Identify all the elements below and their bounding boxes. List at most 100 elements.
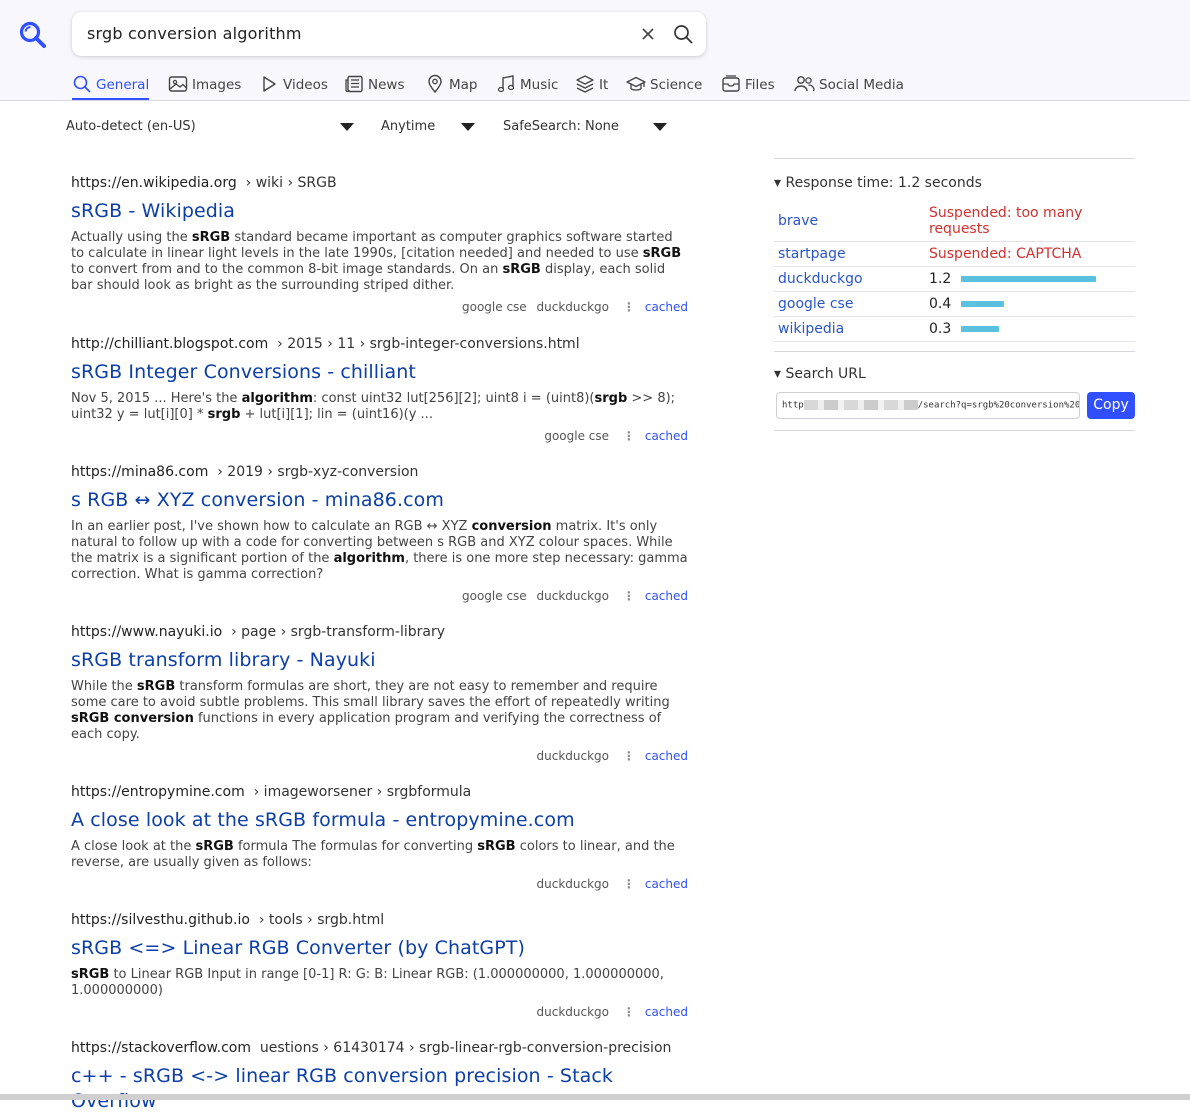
more-options-icon[interactable]: ⋮ bbox=[623, 300, 635, 314]
sidebar: ▾ Response time: 1.2 seconds brave Suspe… bbox=[774, 158, 1135, 431]
more-options-icon[interactable]: ⋮ bbox=[623, 589, 635, 603]
result-path: uestions › 61430174 › srgb-linear-rgb-co… bbox=[259, 1040, 672, 1056]
tab-general[interactable]: General bbox=[72, 70, 150, 100]
tab-files[interactable]: Files bbox=[721, 70, 775, 100]
result-url[interactable]: https://www.nayuki.io › page › srgb-tran… bbox=[71, 624, 691, 642]
tab-label: Social Media bbox=[819, 77, 904, 93]
clear-search-icon[interactable] bbox=[638, 24, 658, 44]
more-options-icon[interactable]: ⋮ bbox=[623, 877, 635, 891]
result-host: https://silvesthu.github.io bbox=[71, 912, 250, 928]
search-submit-icon[interactable] bbox=[672, 23, 694, 45]
result-engines: duckduckgo ⋮ cached bbox=[71, 1005, 688, 1021]
engine-name-link[interactable]: google cse bbox=[774, 291, 925, 317]
result-url[interactable]: http://chilliant.blogspot.com › 2015 › 1… bbox=[71, 336, 691, 354]
engine-row: wikipedia 0.3 bbox=[774, 316, 1135, 342]
search-url-toggle[interactable]: ▾ Search URL bbox=[774, 366, 1135, 382]
engine-stats-table: brave Suspended: too many requests start… bbox=[774, 201, 1135, 342]
engine-label: duckduckgo bbox=[536, 589, 610, 603]
search-url-suffix: /search?q=srgb%20conversion%20a bbox=[917, 400, 1080, 410]
chevron-down-icon bbox=[461, 123, 475, 131]
cached-link[interactable]: cached bbox=[645, 589, 688, 603]
tab-it[interactable]: It bbox=[575, 70, 608, 100]
redacted-host bbox=[803, 399, 918, 410]
language-select[interactable]: Auto-detect (en-US) bbox=[66, 119, 356, 137]
result-engines: duckduckgo ⋮ cached bbox=[71, 749, 688, 765]
safesearch-select[interactable]: SafeSearch: None bbox=[503, 119, 673, 137]
tab-label: News bbox=[368, 77, 405, 93]
time-range-select[interactable]: Anytime bbox=[381, 119, 481, 137]
result-title-link[interactable]: sRGB - Wikipedia bbox=[71, 199, 691, 224]
response-time-toggle[interactable]: ▾ Response time: 1.2 seconds bbox=[774, 175, 1135, 191]
search-result: https://entropymine.com › imageworsener … bbox=[71, 784, 691, 893]
tab-videos[interactable]: Videos bbox=[259, 70, 328, 100]
divider bbox=[774, 429, 1135, 431]
result-url[interactable]: https://en.wikipedia.org › wiki › SRGB bbox=[71, 175, 691, 193]
tab-news[interactable]: News bbox=[344, 70, 404, 100]
engine-name-link[interactable]: brave bbox=[774, 201, 925, 242]
tab-label: It bbox=[599, 77, 609, 93]
tab-label: Files bbox=[745, 77, 775, 93]
result-title-link[interactable]: s RGB ↔ XYZ conversion - mina86.com bbox=[71, 488, 691, 513]
cached-link[interactable]: cached bbox=[645, 1005, 688, 1019]
search-box: srgb conversion algorithm bbox=[72, 12, 706, 56]
archive-icon bbox=[722, 75, 740, 92]
result-host: https://mina86.com bbox=[71, 464, 209, 480]
search-url-field[interactable]: http/search?q=srgb%20conversion%20a bbox=[776, 391, 1080, 419]
search-result: https://en.wikipedia.org › wiki › SRGB s… bbox=[71, 175, 691, 316]
result-title-link[interactable]: sRGB <=> Linear RGB Converter (by ChatGP… bbox=[71, 936, 691, 961]
tab-social-media[interactable]: Social Media bbox=[793, 70, 904, 100]
result-title-link[interactable]: sRGB Integer Conversions - chilliant bbox=[71, 360, 691, 385]
tab-science[interactable]: Science bbox=[626, 70, 702, 100]
search-input[interactable]: srgb conversion algorithm bbox=[87, 24, 302, 43]
engine-time-value: 1.2 bbox=[929, 270, 952, 287]
tab-images[interactable]: Images bbox=[168, 70, 241, 100]
tab-map[interactable]: Map bbox=[425, 70, 478, 100]
engine-row: startpage Suspended: CAPTCHA bbox=[774, 241, 1135, 267]
layers-icon bbox=[576, 75, 594, 93]
result-snippet: Actually using the sRGB standard became … bbox=[71, 230, 682, 293]
more-options-icon[interactable]: ⋮ bbox=[623, 749, 635, 763]
engine-time-bar bbox=[961, 275, 1097, 282]
result-url[interactable]: https://mina86.com › 2019 › srgb-xyz-con… bbox=[71, 464, 691, 482]
searxng-logo-icon[interactable] bbox=[18, 20, 48, 50]
engine-time-bar bbox=[961, 325, 1000, 332]
engine-time: 0.3 bbox=[925, 316, 1135, 342]
cached-link[interactable]: cached bbox=[645, 429, 688, 443]
engine-name-link[interactable]: startpage bbox=[774, 241, 925, 267]
horizontal-scrollbar[interactable] bbox=[0, 1094, 1190, 1100]
engine-time-value: 0.4 bbox=[929, 295, 952, 312]
result-host: https://entropymine.com bbox=[71, 784, 245, 800]
tab-label: Images bbox=[192, 77, 242, 93]
music-icon bbox=[497, 75, 515, 93]
search-result: https://silvesthu.github.io › tools › sr… bbox=[71, 912, 691, 1021]
more-options-icon[interactable]: ⋮ bbox=[623, 429, 635, 443]
copy-button[interactable]: Copy bbox=[1087, 391, 1135, 419]
result-host: https://stackoverflow.com bbox=[71, 1040, 251, 1056]
engine-name-link[interactable]: wikipedia bbox=[774, 316, 925, 342]
tab-label: Map bbox=[449, 77, 478, 93]
more-options-icon[interactable]: ⋮ bbox=[623, 1005, 635, 1019]
engine-label: duckduckgo bbox=[536, 877, 610, 891]
result-engines: google cse duckduckgo ⋮ cached bbox=[71, 589, 688, 605]
search-result: https://stackoverflow.com uestions › 614… bbox=[71, 1040, 691, 1114]
result-title-link[interactable]: sRGB transform library - Nayuki bbox=[71, 648, 691, 673]
result-url[interactable]: https://silvesthu.github.io › tools › sr… bbox=[71, 912, 691, 930]
cached-link[interactable]: cached bbox=[645, 877, 688, 891]
result-host: https://en.wikipedia.org bbox=[71, 175, 237, 191]
cached-link[interactable]: cached bbox=[645, 749, 688, 763]
chevron-down-icon bbox=[340, 123, 354, 131]
result-path: › tools › srgb.html bbox=[258, 912, 385, 928]
search-result: http://chilliant.blogspot.com › 2015 › 1… bbox=[71, 336, 691, 445]
result-title-link[interactable]: A close look at the sRGB formula - entro… bbox=[71, 808, 691, 833]
engine-time: 0.4 bbox=[925, 291, 1135, 317]
result-path: › wiki › SRGB bbox=[245, 175, 337, 191]
tab-label: Videos bbox=[283, 77, 328, 93]
cached-link[interactable]: cached bbox=[645, 300, 688, 314]
tab-music[interactable]: Music bbox=[496, 70, 558, 100]
engine-name-link[interactable]: duckduckgo bbox=[774, 266, 925, 292]
result-title-link[interactable]: c++ - sRGB <-> linear RGB conversion pre… bbox=[71, 1064, 631, 1114]
tab-label: General bbox=[96, 77, 150, 93]
divider bbox=[774, 350, 1135, 352]
result-url[interactable]: https://stackoverflow.com uestions › 614… bbox=[71, 1040, 691, 1058]
result-url[interactable]: https://entropymine.com › imageworsener … bbox=[71, 784, 691, 802]
